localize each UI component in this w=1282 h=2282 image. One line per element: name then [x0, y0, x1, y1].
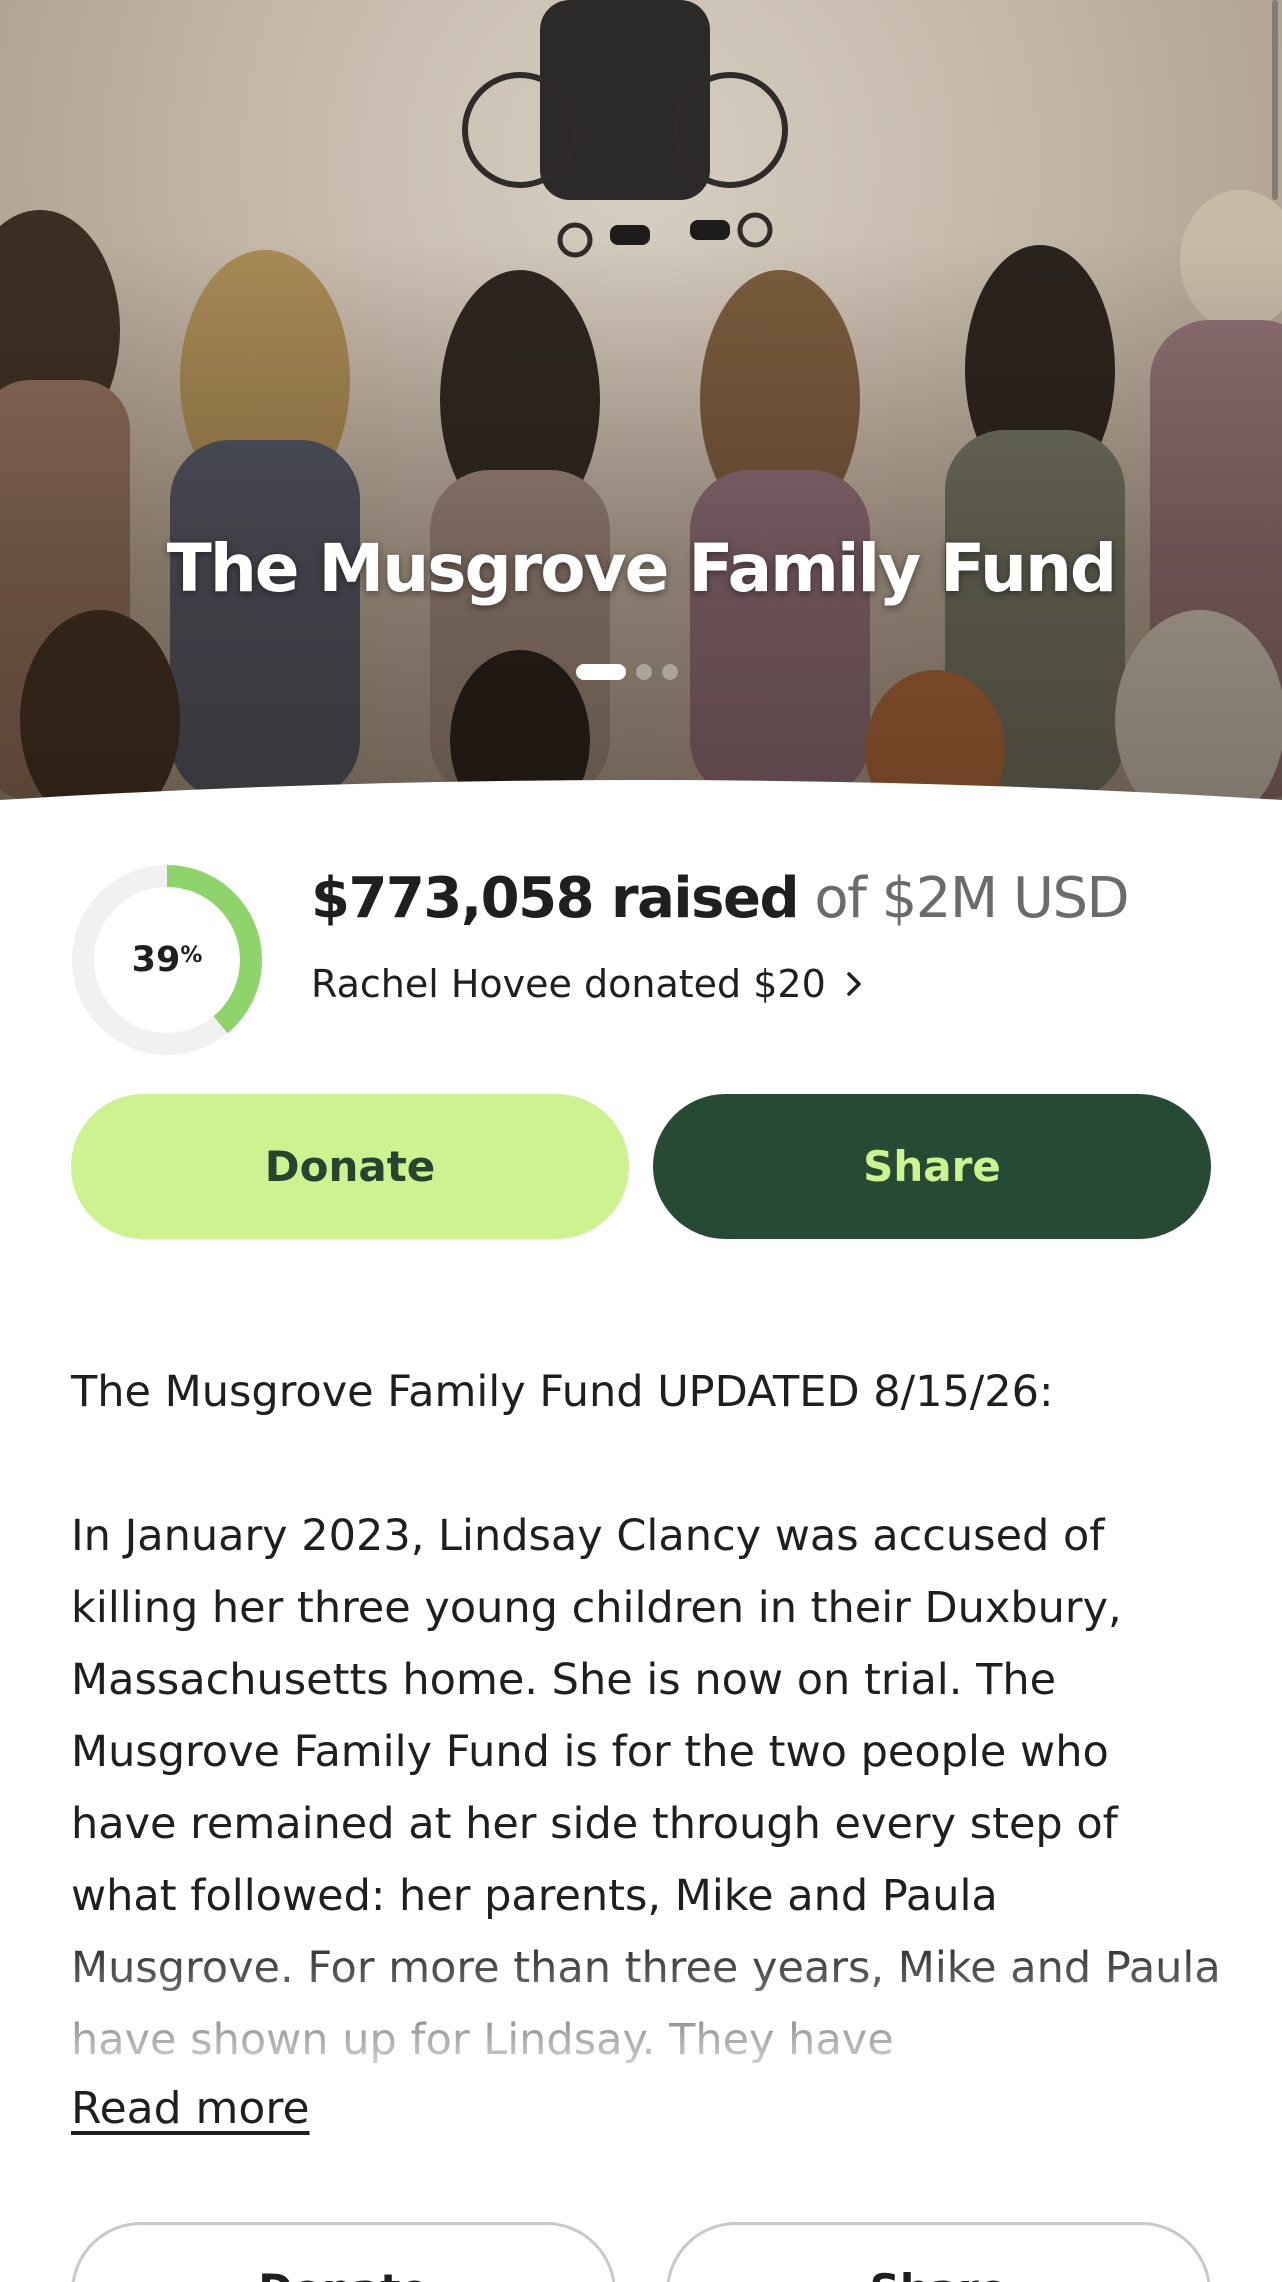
raised-amount: $773,058 raised [311, 866, 800, 931]
hero-gradient-overlay [0, 0, 1282, 800]
progress-percent-sign: % [180, 942, 203, 968]
secondary-share-button[interactable]: Share [666, 2222, 1211, 2282]
goal-amount: of $2M USD [814, 866, 1129, 931]
story-fade-overlay [71, 1932, 1221, 2076]
carousel-dot[interactable] [636, 664, 652, 680]
recent-donation-link[interactable]: Rachel Hovee donated $20 [311, 962, 868, 1006]
share-button[interactable]: Share [653, 1094, 1211, 1239]
progress-percent: 39% [70, 863, 264, 1057]
recent-donation-text: Rachel Hovee donated $20 [311, 962, 826, 1006]
story-body-container: In January 2023, Lindsay Clancy was accu… [71, 1500, 1221, 2076]
carousel-dot-active[interactable] [576, 664, 626, 680]
read-more-link[interactable]: Read more [71, 2083, 310, 2134]
campaign-story: The Musgrove Family Fund UPDATED 8/15/26… [71, 1356, 1221, 2076]
campaign-title: The Musgrove Family Fund [166, 530, 1117, 607]
story-heading: The Musgrove Family Fund UPDATED 8/15/26… [71, 1367, 1054, 1417]
scrollbar-thumb[interactable] [1272, 0, 1278, 200]
secondary-donate-button[interactable]: Donate [71, 2222, 616, 2282]
hero-curve-divider [0, 780, 1282, 820]
amount-raised: $773,058 raised of $2M USD [311, 866, 1130, 931]
carousel-dot[interactable] [662, 664, 678, 680]
donate-button[interactable]: Donate [71, 1094, 629, 1239]
hero-image-carousel[interactable]: The Musgrove Family Fund [0, 0, 1282, 800]
chevron-right-icon [847, 972, 861, 996]
carousel-indicator [576, 664, 678, 680]
progress-percent-value: 39 [131, 940, 181, 980]
